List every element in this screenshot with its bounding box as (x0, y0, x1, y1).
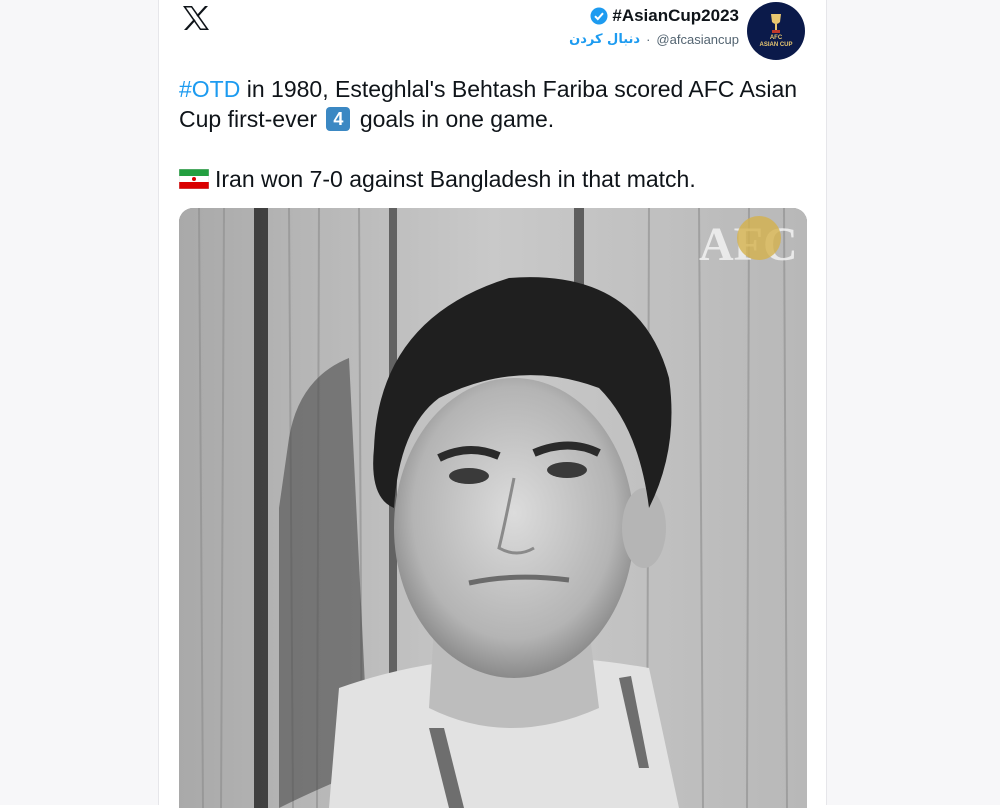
avatar-text-1: AFC (769, 35, 783, 41)
author-info: #AsianCup2023 دنبال کردن · @afcasiancup (569, 6, 739, 47)
avatar-text-2: ASIAN CUP (759, 42, 793, 48)
player-photo: AFC (179, 208, 807, 808)
tweet-text-part: goals in one game. (353, 106, 555, 132)
tweet-card: #AsianCup2023 دنبال کردن · @afcasiancup … (159, 0, 825, 808)
verified-badge-icon (590, 7, 608, 25)
tweet-text-part: Iran won 7-0 against Bangladesh in that … (215, 166, 696, 192)
name-row: #AsianCup2023 (569, 6, 739, 26)
x-logo-icon[interactable] (181, 4, 211, 32)
number-keycap: 4 (326, 106, 351, 131)
follow-button[interactable]: دنبال کردن (569, 32, 640, 47)
trophy-icon (771, 14, 781, 33)
iran-flag-icon (179, 168, 209, 189)
left-margin (0, 0, 159, 805)
display-name[interactable]: #AsianCup2023 (612, 6, 739, 26)
right-margin (826, 0, 1000, 805)
afc-emblem-icon (737, 216, 781, 260)
tweet-header: #AsianCup2023 دنبال کردن · @afcasiancup … (569, 2, 805, 62)
tweet-line-1: #OTD in 1980, Esteghlal's Behtash Fariba… (179, 74, 799, 134)
separator-dot: · (646, 32, 651, 47)
tweet-line-2: Iran won 7-0 against Bangladesh in that … (179, 164, 799, 194)
hashtag-link[interactable]: #OTD (179, 76, 240, 102)
tweet-media-photo[interactable]: AFC (179, 208, 807, 808)
avatar[interactable]: AFC ASIAN CUP (747, 2, 805, 60)
handle-row: دنبال کردن · @afcasiancup (569, 32, 739, 47)
tweet-text: #OTD in 1980, Esteghlal's Behtash Fariba… (179, 74, 799, 194)
user-handle[interactable]: @afcasiancup (656, 32, 739, 47)
